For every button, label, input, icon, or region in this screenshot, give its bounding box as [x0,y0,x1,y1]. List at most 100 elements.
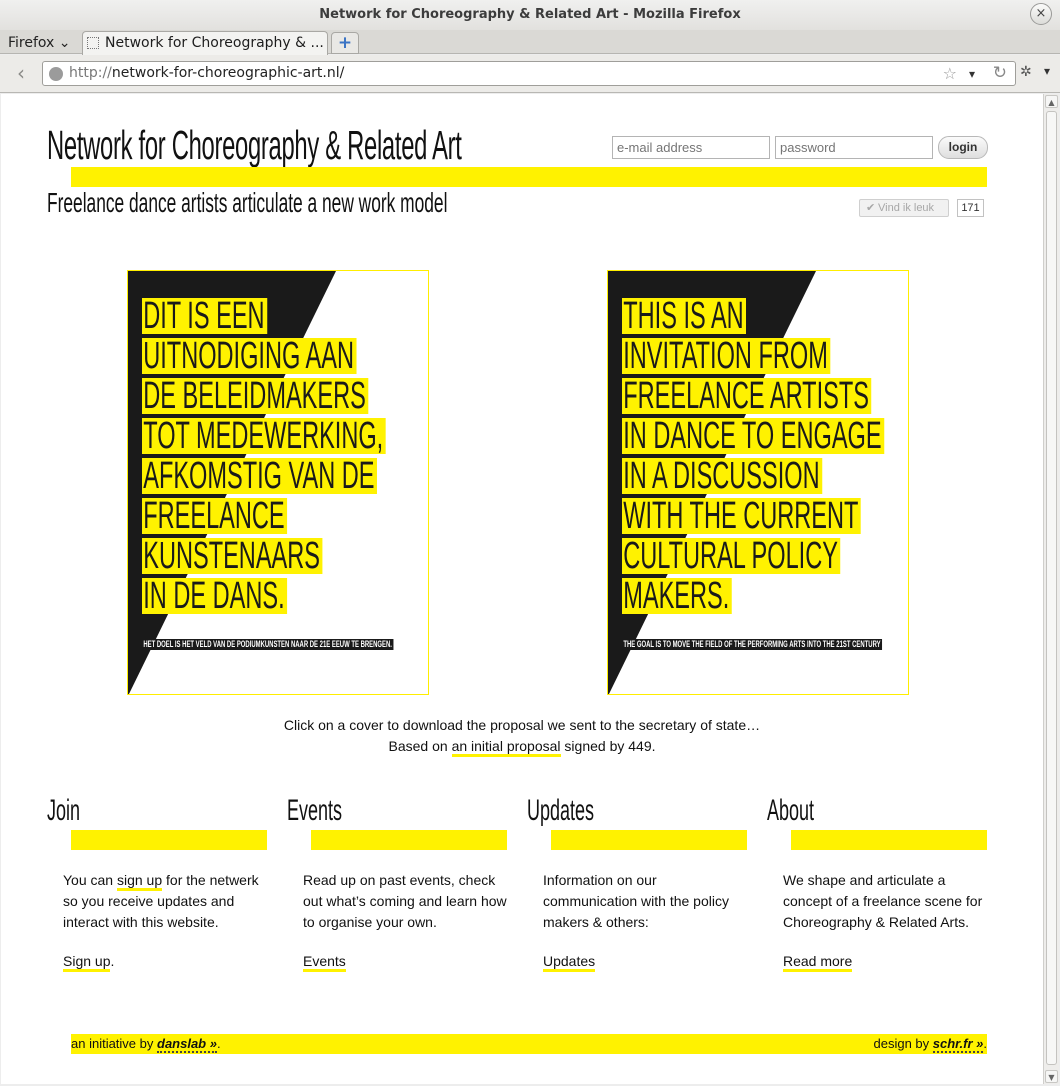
cover-text-block: DIT IS EEN UITNODIGING AAN DE BELEIDMAKERS… [142,297,428,618]
window-titlebar: Network for Choreography & Related Art -… [0,0,1060,30]
caption-text-before: Based on [388,738,452,754]
cover-text-line: IN DANCE TO ENGAGE [622,417,908,455]
new-tab-button[interactable]: + [331,32,359,54]
cover-text-block: THIS IS AN INVITATION FROM FREELANCE ARTIS… [622,297,908,618]
cover-tagline: THE GOAL IS TO MOVE THE FIELD OF THE PER… [622,639,882,650]
initial-proposal-link[interactable]: an initial proposal [451,738,561,757]
cover-text-line-label: IN A DISCUSSION [622,457,823,495]
column-text: We shape and articulate a concept of a f… [783,872,983,930]
cover-text-line-label: TOT MEDEWERKING, [142,417,386,455]
column-heading: Updates [527,794,595,827]
cover-text-line: IN DE DANS. [142,577,428,615]
firefox-menu-label: Firefox [8,35,55,51]
login-button[interactable]: login [938,136,988,159]
column-underline-bar [311,830,507,850]
cover-text-line-label: INVITATION FROM [622,337,831,375]
schrfr-link[interactable]: schr.fr » [932,1036,984,1053]
bookmark-star-icon[interactable]: ☆ [943,64,957,84]
page-viewport: Network for Choreography & Related Art F… [1,94,1043,1084]
cover-text-line-label: WITH THE CURRENT [622,497,861,535]
globe-icon [49,67,63,81]
column-text: Information on our communication with th… [543,872,729,930]
proposal-caption: Based on an initial proposal signed by 4… [1,738,1043,757]
column-link-row: Updates [543,953,596,972]
updates-link[interactable]: Updates [543,953,596,972]
extension-icon[interactable]: ✲ [1020,64,1032,80]
like-button[interactable]: ✔ Vind ik leuk [859,199,949,217]
column-heading: Join [47,794,81,827]
close-icon[interactable]: × [1030,3,1052,25]
checkmark-icon: ✔ [866,202,876,214]
tab-active[interactable]: Network for Choreography & ... [82,31,328,55]
sign-up-inline-link[interactable]: sign up [116,872,163,891]
reload-icon[interactable]: ↻ [993,63,1007,84]
cover-text-line: DIT IS EEN [142,297,428,335]
sign-up-suffix: . [110,953,115,969]
scroll-up-icon[interactable]: ▲ [1045,95,1058,108]
cover-text-line: INVITATION FROM [622,337,908,375]
scroll-down-icon[interactable]: ▼ [1045,1070,1058,1083]
cover-text-line-label: DIT IS EEN [142,297,268,335]
title-underline-bar [71,167,987,187]
caption-text-after: signed by 449. [560,738,656,754]
cover-tagline: HET DOEL IS HET VELD VAN DE PODIUMKUNSTE… [142,639,394,650]
events-link[interactable]: Events [303,953,346,972]
cover-text-line: AFKOMSTIG VAN DE [142,457,428,495]
column-underline-bar [791,830,987,850]
cover-dutch-download[interactable]: DIT IS EEN UITNODIGING AAN DE BELEIDMAKERS… [127,270,429,695]
cover-text-line-label: IN DANCE TO ENGAGE [622,417,885,455]
cover-english-download[interactable]: THIS IS AN INVITATION FROM FREELANCE ARTIS… [607,270,909,695]
cover-text-line: FREELANCE [142,497,428,535]
footer-initiative: an initiative by danslab ». [71,1034,221,1054]
cover-text-line: CULTURAL POLICY [622,537,908,575]
cover-caption: Click on a cover to download the proposa… [283,717,761,733]
scrollbar-thumb[interactable] [1046,111,1057,1065]
url-text[interactable]: http://network-for-choreographic-art.nl/ [69,62,344,85]
read-more-link[interactable]: Read more [783,953,853,972]
footer-design: design by schr.fr ». [874,1034,987,1054]
favicon-icon [87,37,99,49]
cover-text-line: MAKERS. [622,577,908,615]
cover-text-line-label: IN DE DANS. [142,577,288,615]
column-heading: Events [287,794,343,827]
more-icon[interactable]: ▾ [1044,64,1050,78]
cover-text-line: DE BELEIDMAKERS [142,377,428,415]
column-text: You can sign up for the netwerk so you r… [63,870,273,933]
cover-text-line-label: KUNSTENAARS [142,537,323,575]
column-link-row: Sign up. [63,953,115,972]
join-text-before: You can [63,872,117,888]
window-title: Network for Choreography & Related Art -… [319,7,741,22]
url-bar[interactable]: http://network-for-choreographic-art.nl/… [42,61,1016,86]
cover-text-line: KUNSTENAARS [142,537,428,575]
cover-text-line-label: DE BELEIDMAKERS [142,377,369,415]
tab-title: Network for Choreography & ... [105,35,324,51]
cover-text-line-label: UITNODIGING AAN [142,337,357,375]
initiative-prefix: an initiative by [71,1036,157,1051]
column-link-row: Read more [783,953,853,972]
email-field[interactable] [612,136,770,159]
sign-up-link[interactable]: Sign up [63,953,111,972]
back-arrow-icon[interactable]: ‹ [6,61,36,87]
cover-text-line: THIS IS AN [622,297,908,335]
navigation-toolbar: ‹ http://network-for-choreographic-art.n… [0,55,1060,93]
password-field[interactable] [775,136,933,159]
cover-text-line: UITNODIGING AAN [142,337,428,375]
cover-text-line-label: MAKERS. [622,577,732,615]
like-label: Vind ik leuk [878,202,935,214]
cover-text-line-label: AFKOMSTIG VAN DE [142,457,377,495]
url-dropdown-icon[interactable]: ▾ [969,64,975,84]
cover-text-line: WITH THE CURRENT [622,497,908,535]
url-protocol: http:// [69,65,112,81]
firefox-menu-button[interactable]: Firefox ⌄ [4,32,75,54]
vertical-scrollbar[interactable]: ▲ ▼ [1043,94,1059,1084]
like-count: 171 [957,199,984,217]
design-suffix: . [983,1036,987,1051]
cover-text-line-label: CULTURAL POLICY [622,537,841,575]
danslab-link[interactable]: danslab » [157,1036,217,1053]
site-subtitle: Freelance dance artists articulate a new… [47,187,448,218]
tab-bar: Firefox ⌄ Network for Choreography & ...… [0,30,1060,55]
url-host: network-for-choreographic-art.nl/ [111,65,345,81]
column-text: Read up on past events, check out what’s… [303,872,507,930]
column-link-row: Events [303,953,346,972]
initiative-suffix: . [216,1036,221,1051]
